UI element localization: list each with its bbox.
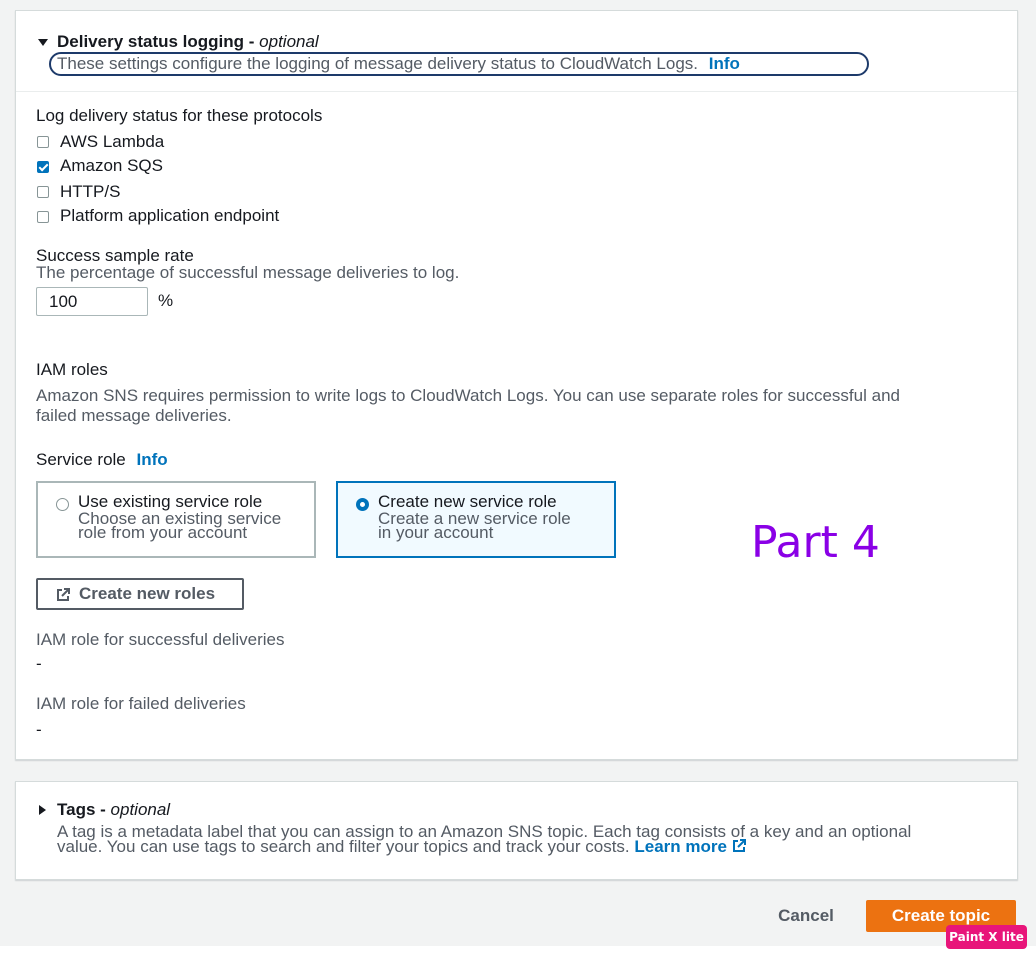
- checkbox-aws-lambda[interactable]: [37, 136, 49, 148]
- optional-label: optional: [110, 800, 171, 819]
- role-failed-value: -: [36, 720, 42, 739]
- external-link-icon: [57, 588, 70, 601]
- create-new-roles-button[interactable]: Create new roles: [36, 578, 244, 610]
- optional-label: optional: [259, 32, 319, 51]
- section-title-text: Delivery status logging: [57, 32, 245, 51]
- tags-title-text: Tags: [57, 800, 96, 819]
- create-new-roles-label: Create new roles: [79, 584, 216, 603]
- role-failed-label: IAM role for failed deliveries: [36, 694, 246, 713]
- delivery-status-title[interactable]: Delivery status logging - optional: [57, 32, 319, 52]
- learn-more-link[interactable]: Learn more: [634, 837, 746, 856]
- delivery-status-panel: Delivery status logging - optional These…: [15, 10, 1018, 760]
- checkbox-https[interactable]: [37, 186, 49, 198]
- watermark-badge: Paint X lite: [946, 925, 1027, 949]
- checkbox-label: Amazon SQS: [60, 156, 163, 175]
- protocols-label: Log delivery status for these protocols: [36, 106, 323, 125]
- radio-use-existing[interactable]: [56, 498, 69, 511]
- sample-rate-input[interactable]: [36, 287, 148, 316]
- caret-right-icon[interactable]: [39, 805, 46, 815]
- radio-create-new[interactable]: [356, 498, 369, 511]
- part-annotation: Part 4: [751, 517, 880, 568]
- tile-create-new-role[interactable]: Create new service role Create a new ser…: [336, 481, 616, 558]
- iam-roles-heading: IAM roles: [36, 360, 108, 379]
- delivery-status-header: Delivery status logging - optional These…: [16, 11, 1017, 92]
- tile-description: Choose an existing service role from you…: [78, 510, 281, 542]
- role-success-value: -: [36, 654, 42, 673]
- sample-rate-description: The percentage of successful message del…: [36, 263, 460, 282]
- tags-panel: Tags - optional A tag is a metadata labe…: [15, 781, 1018, 880]
- checkbox-platform-endpoint[interactable]: [37, 211, 49, 223]
- tile-description: Create a new service role in your accoun…: [378, 510, 571, 542]
- service-role-text: Service role: [36, 450, 126, 469]
- service-role-info-link[interactable]: Info: [137, 450, 168, 469]
- external-link-icon: [732, 839, 746, 852]
- checkbox-label: HTTP/S: [60, 182, 121, 201]
- tile-desc-line: in your account: [378, 523, 494, 542]
- bottom-strip: [0, 946, 1036, 958]
- checkbox-label: Platform application endpoint: [60, 206, 280, 225]
- tags-description-2: value. You can use tags to search and fi…: [57, 837, 746, 856]
- cancel-button[interactable]: Cancel: [766, 902, 846, 930]
- description-text: These settings configure the logging of …: [57, 54, 699, 73]
- tags-description-text: value. You can use tags to search and fi…: [57, 837, 630, 856]
- tile-desc-line: role from your account: [78, 523, 248, 542]
- iam-roles-description-1: Amazon SNS requires permission to write …: [36, 386, 900, 405]
- checkbox-label: AWS Lambda: [60, 132, 165, 151]
- delivery-status-description: These settings configure the logging of …: [57, 54, 740, 74]
- tile-use-existing-role[interactable]: Use existing service role Choose an exis…: [36, 481, 316, 558]
- service-role-label: Service role Info: [36, 450, 168, 470]
- percent-unit: %: [158, 291, 174, 310]
- tags-title[interactable]: Tags - optional: [57, 800, 170, 820]
- iam-roles-description-2: failed message deliveries.: [36, 406, 232, 425]
- checkbox-amazon-sqs[interactable]: [37, 161, 49, 173]
- info-link[interactable]: Info: [709, 54, 740, 73]
- role-success-label: IAM role for successful deliveries: [36, 630, 285, 649]
- caret-down-icon[interactable]: [38, 39, 48, 46]
- learn-more-text: Learn more: [634, 837, 727, 856]
